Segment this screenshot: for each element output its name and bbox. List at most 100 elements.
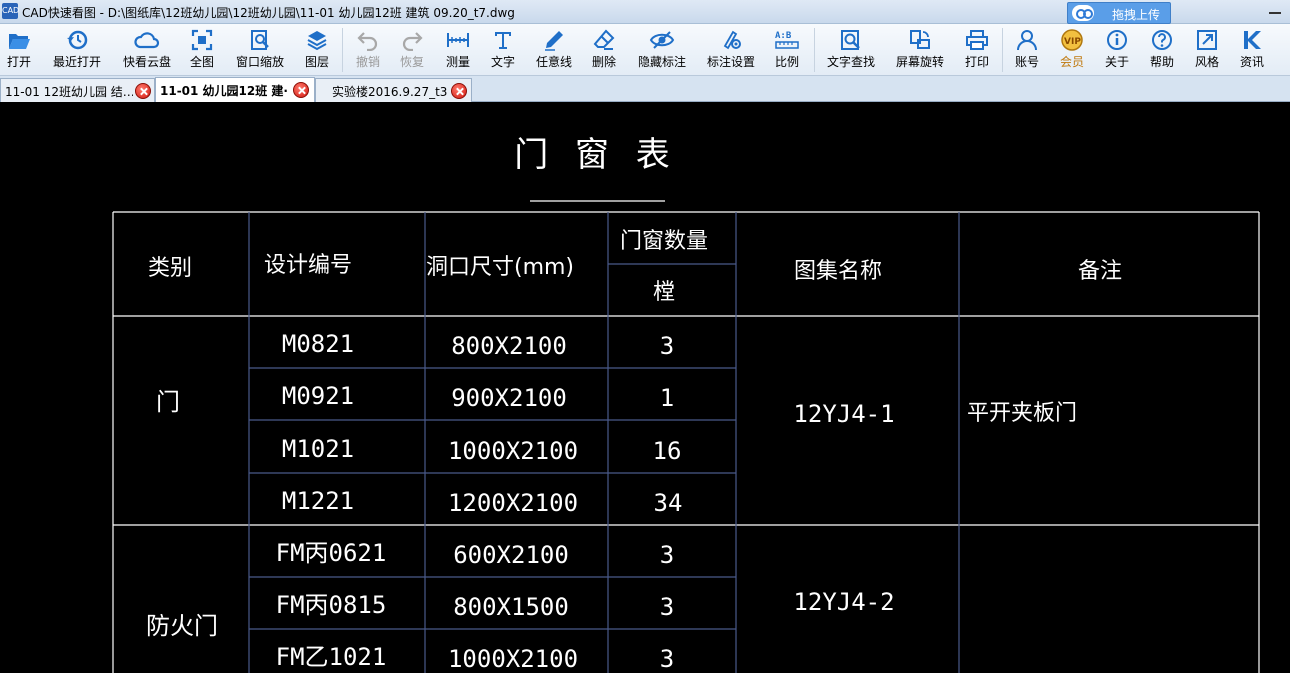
print-button[interactable]: 打印 (962, 26, 992, 74)
fit-all-icon (191, 29, 213, 51)
quantity: 34 (654, 489, 683, 517)
folder-open-icon (9, 34, 30, 49)
info-icon (1107, 30, 1127, 50)
group-category: 门 (156, 388, 180, 416)
design-code: FM丙0621 (276, 539, 387, 567)
header-category: 类别 (148, 256, 192, 281)
undo-button[interactable]: 撤销 (353, 26, 383, 74)
table-row: M1221 1200X2100 34 (282, 487, 683, 517)
hide-annotation-button[interactable]: 隐藏标注 (635, 26, 689, 74)
close-icon[interactable] (135, 83, 151, 99)
vip-icon: VIP (1061, 29, 1083, 51)
layers-button[interactable]: 图层 (302, 26, 332, 74)
quantity: 3 (660, 645, 674, 673)
layers-icon (307, 31, 327, 51)
zoom-window-icon (251, 30, 269, 50)
user-icon (1017, 30, 1037, 51)
tab-lab-building[interactable]: 实验楼2016.9.27_t3 (315, 78, 472, 102)
document-tabs: 11-01 12班幼儿园 结… 11-01 幼儿园12班 建· 实验楼2016.… (0, 76, 1290, 102)
table-row: M0921 900X2100 1 (282, 382, 674, 412)
measure-button[interactable]: 测量 (443, 26, 473, 74)
screen-rotate-button[interactable]: 屏幕旋转 (893, 26, 947, 74)
cloud-disk-button[interactable]: 快看云盘 (120, 26, 174, 74)
news-button[interactable]: 资讯 (1237, 26, 1267, 74)
header-quantity: 门窗数量 (620, 229, 708, 254)
drag-upload-label: 拖拽上传 (1112, 8, 1161, 22)
help-button[interactable]: 帮助 (1147, 26, 1177, 74)
window-title: CAD快速看图 - D:\图纸库\12班幼儿园\12班幼儿园\11-01 幼儿园… (22, 6, 515, 20)
measure-icon (447, 33, 469, 47)
app-logo-icon: CAD (2, 3, 19, 19)
open-button[interactable]: 打开 (4, 26, 34, 74)
cloud-icon (134, 32, 160, 49)
opening-size: 900X2100 (451, 384, 567, 412)
pen-icon (545, 31, 563, 51)
svg-text:A:B: A:B (775, 31, 792, 41)
news-icon (1244, 31, 1261, 49)
text-search-icon (841, 30, 860, 50)
design-code: M0921 (282, 382, 354, 410)
printer-icon (966, 30, 988, 50)
eye-hide-icon (649, 31, 675, 49)
opening-size: 600X2100 (453, 541, 569, 569)
settings-icon (723, 30, 741, 50)
full-view-button[interactable]: 全图 (187, 26, 217, 74)
main-toolbar: 打开 最近打开 快看云盘 全图 窗口缩放 图层 撤销 恢复 测量 文字 任意线 (0, 24, 1290, 76)
recent-open-button[interactable]: 最近打开 (50, 26, 104, 74)
rotate-icon (910, 30, 930, 49)
opening-size: 1000X2100 (448, 437, 578, 465)
redo-button[interactable]: 恢复 (397, 26, 427, 74)
opening-size: 800X1500 (453, 593, 569, 621)
minimize-button[interactable] (1266, 6, 1284, 18)
account-button[interactable]: 账号 (1012, 26, 1042, 74)
opening-size: 1200X2100 (448, 489, 578, 517)
design-code: M1221 (282, 487, 354, 515)
scale-button[interactable]: A:B 比例 (772, 26, 802, 74)
close-icon[interactable] (451, 83, 467, 99)
door-window-schedule: 门 窗 表 类别 设计编号 洞口尺寸(mm) 门窗数量 樘 图集名称 备注 门 … (112, 135, 1260, 673)
eraser-icon (593, 29, 615, 50)
drawing-canvas[interactable]: 门 窗 表 类别 设计编号 洞口尺寸(mm) 门窗数量 樘 图集名称 备注 门 … (0, 102, 1290, 673)
title-bar: CAD CAD快速看图 - D:\图纸库\12班幼儿园\12班幼儿园\11-01… (0, 0, 1290, 24)
window-zoom-button[interactable]: 窗口缩放 (233, 26, 287, 74)
table-row: FM丙0621 600X2100 3 (276, 539, 675, 569)
text-search-button[interactable]: 文字查找 (824, 26, 878, 74)
opening-size: 800X2100 (451, 332, 567, 360)
about-button[interactable]: 关于 (1102, 26, 1132, 74)
group-remark: 平开夹板门 (967, 401, 1077, 426)
toolbar-separator (814, 28, 815, 72)
vip-button[interactable]: VIP 会员 (1057, 26, 1087, 74)
freehand-line-button[interactable]: 任意线 (534, 26, 574, 74)
tab-structure-drawing[interactable]: 11-01 12班幼儿园 结… (0, 78, 155, 102)
close-icon[interactable] (293, 82, 309, 98)
text-button[interactable]: 文字 (488, 26, 518, 74)
delete-button[interactable]: 删除 (589, 26, 619, 74)
history-icon (67, 30, 88, 50)
table-row: M1021 1000X2100 16 (282, 435, 682, 465)
help-icon (1152, 30, 1172, 50)
style-button[interactable]: 风格 (1192, 26, 1222, 74)
quantity: 3 (660, 541, 674, 569)
quantity: 1 (660, 384, 674, 412)
baidu-cloud-icon (1072, 5, 1094, 21)
annotation-settings-button[interactable]: 标注设置 (704, 26, 758, 74)
table-row: FM乙1021 1000X2100 3 (276, 643, 675, 673)
group-atlas: 12YJ4-1 (793, 400, 894, 428)
tab-architecture-drawing[interactable]: 11-01 幼儿园12班 建· (155, 77, 315, 102)
quantity: 3 (660, 332, 674, 360)
group-atlas: 12YJ4-2 (793, 588, 894, 616)
drag-upload-button[interactable]: 拖拽上传 (1067, 2, 1171, 24)
toolbar-separator (1002, 28, 1003, 72)
header-quantity-unit: 樘 (653, 280, 675, 305)
svg-text:VIP: VIP (1064, 37, 1081, 47)
undo-icon (357, 32, 378, 51)
header-design-no: 设计编号 (264, 253, 352, 278)
opening-size: 1000X2100 (448, 645, 578, 673)
redo-icon (402, 32, 423, 51)
group-category: 防火门 (146, 612, 218, 640)
design-code: FM乙1021 (276, 643, 387, 671)
design-code: FM丙0815 (276, 591, 387, 619)
style-icon (1197, 30, 1217, 50)
scale-icon: A:B (775, 31, 799, 49)
table-row: FM丙0815 800X1500 3 (276, 591, 675, 621)
